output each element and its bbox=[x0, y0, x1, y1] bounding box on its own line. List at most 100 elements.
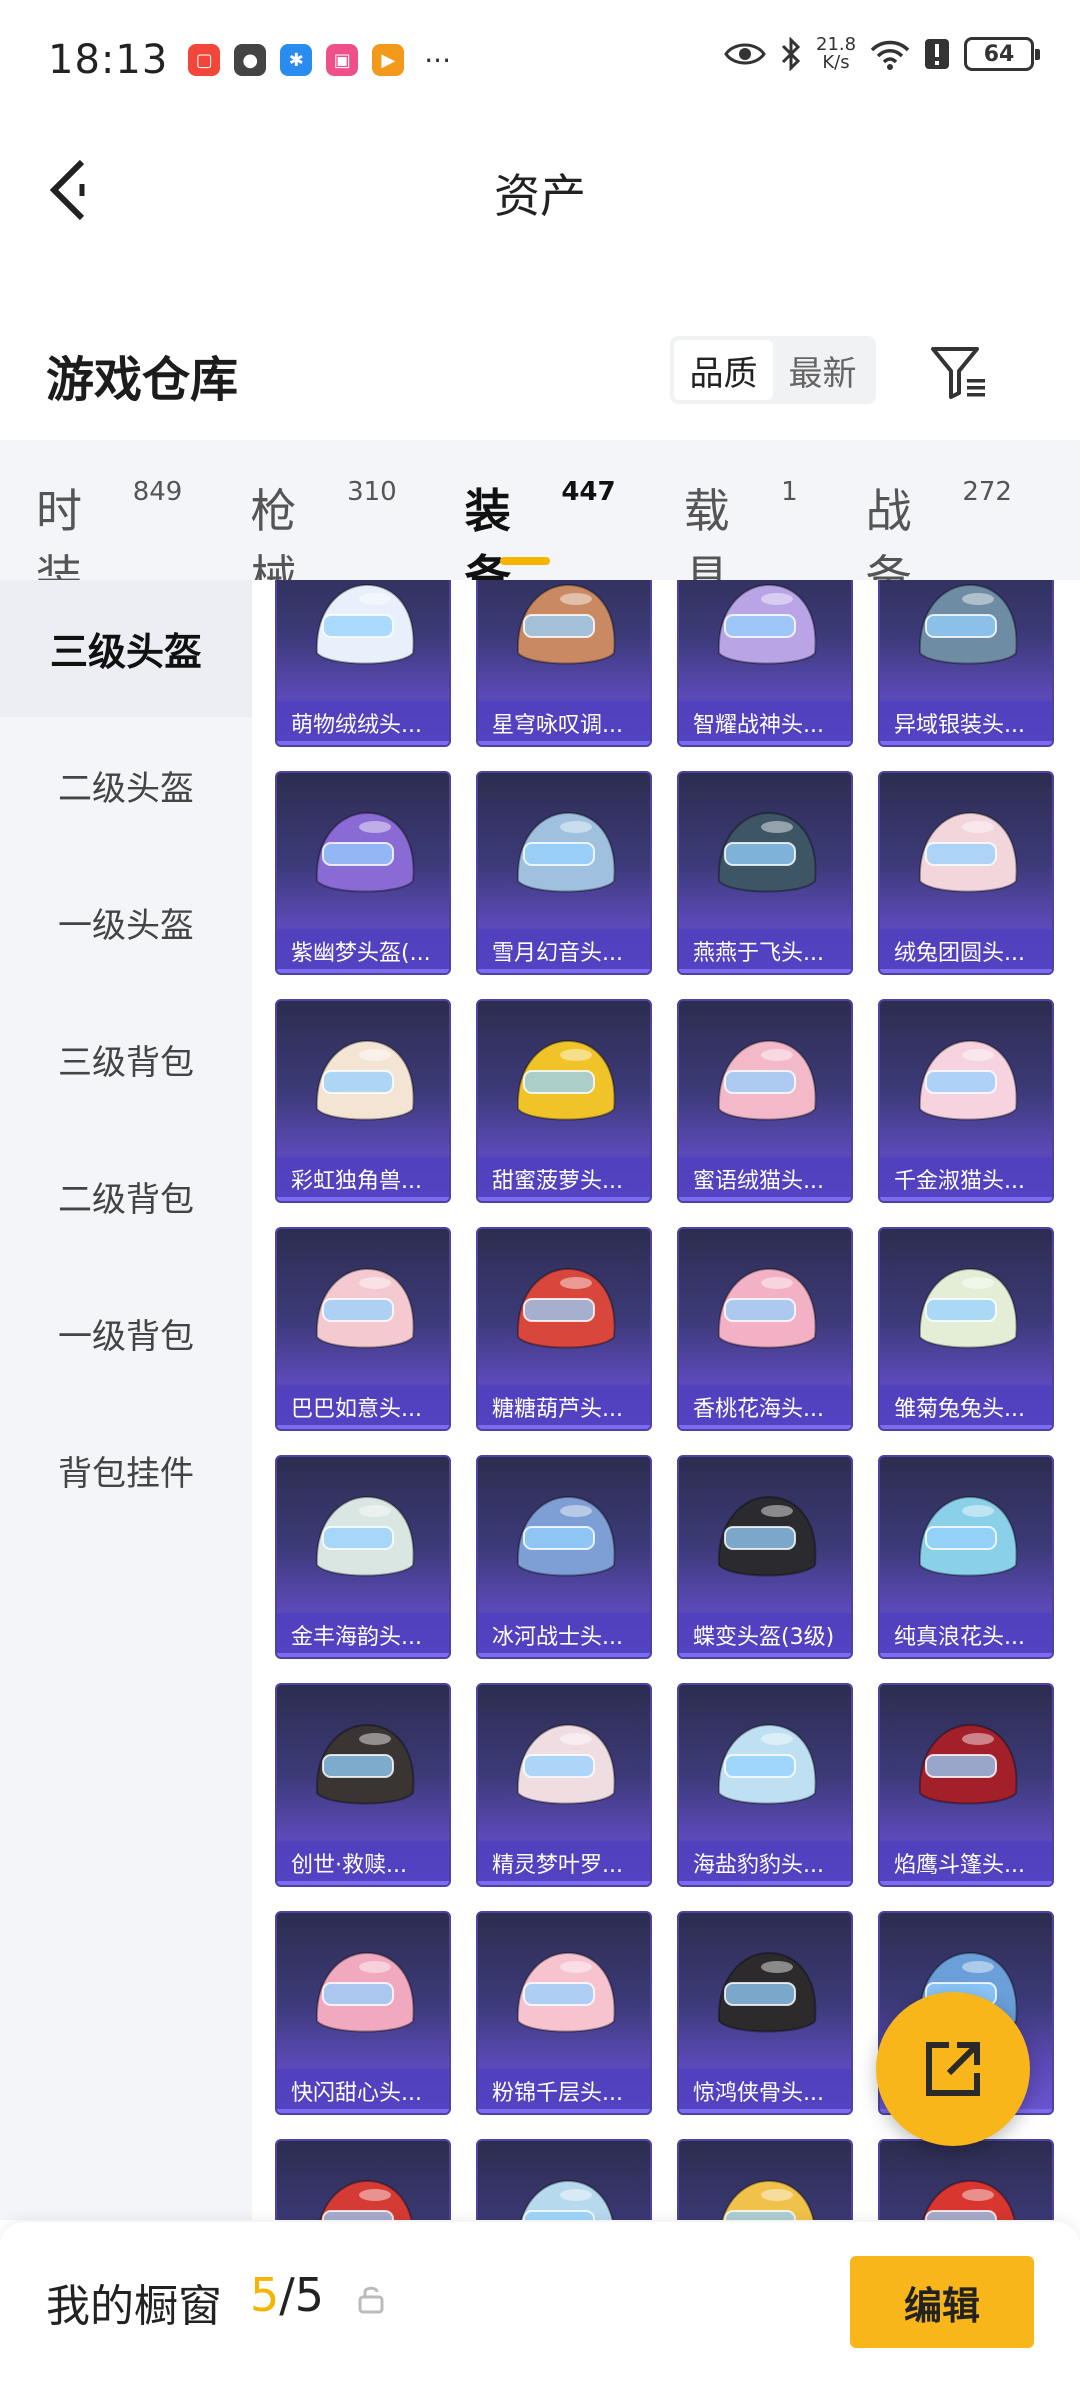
item-card-accent-line bbox=[478, 1197, 650, 1201]
item-card[interactable]: 绒兔团圆头... bbox=[878, 771, 1054, 975]
item-card[interactable]: 创世·救赎... bbox=[275, 1683, 451, 1887]
item-card[interactable] bbox=[677, 2139, 853, 2220]
item-card-label: 蝶变头盔(3级) bbox=[679, 1613, 851, 1657]
item-card[interactable] bbox=[878, 2139, 1054, 2220]
item-card-accent-line bbox=[277, 2109, 449, 2113]
item-card[interactable]: 香桃花海头... bbox=[677, 1227, 853, 1431]
item-card[interactable]: 海盐豹豹头... bbox=[677, 1683, 853, 1887]
item-card-label: 金丰海韵头... bbox=[277, 1613, 449, 1657]
item-card[interactable]: 精灵梦叶罗... bbox=[476, 1683, 652, 1887]
item-card-accent-line bbox=[277, 969, 449, 973]
item-card[interactable]: 智耀战神头... bbox=[677, 580, 853, 747]
helmet-icon bbox=[717, 1267, 817, 1349]
helmet-icon bbox=[918, 811, 1018, 893]
helmet-icon bbox=[315, 1039, 415, 1121]
item-card-accent-line bbox=[478, 741, 650, 745]
sidebar-item[interactable]: 背包挂件 bbox=[0, 1402, 252, 1539]
sidebar-item[interactable]: 二级背包 bbox=[0, 1128, 252, 1265]
category-tab[interactable]: 载具 1 bbox=[684, 475, 798, 604]
helmet-icon bbox=[319, 2179, 413, 2220]
helmet-icon bbox=[717, 1039, 817, 1121]
category-tab-count: 310 bbox=[347, 477, 397, 507]
item-card[interactable]: 焰鹰斗篷头... bbox=[878, 1683, 1054, 1887]
helmet-icon bbox=[918, 1039, 1018, 1121]
item-card[interactable]: 异域银装头... bbox=[878, 580, 1054, 747]
item-grid-area: 萌物绒绒头... 星穹咏叹调... 智耀战神头... 异域银装头... 紫幽梦头盔(..… bbox=[252, 580, 1080, 2220]
item-card-accent-line bbox=[679, 1653, 851, 1657]
media-app-icon: ▣ bbox=[326, 44, 359, 76]
item-card[interactable]: 雏菊兔兔头... bbox=[878, 1227, 1054, 1431]
item-card-accent-line bbox=[679, 741, 851, 745]
edit-button[interactable]: 编辑 bbox=[850, 2256, 1034, 2348]
item-card-label: 燕燕于飞头... bbox=[679, 929, 851, 973]
category-tab[interactable]: 枪械 310 bbox=[250, 475, 397, 604]
item-card[interactable]: 快闪甜心头... bbox=[275, 1911, 451, 2115]
item-card[interactable]: 彩虹独角兽... bbox=[275, 999, 451, 1203]
category-tab-count: 849 bbox=[132, 477, 183, 507]
category-tab[interactable]: 战备 272 bbox=[866, 475, 1012, 604]
item-card[interactable]: 巴巴如意头... bbox=[275, 1227, 451, 1431]
item-card-label: 星穹咏叹调... bbox=[478, 701, 650, 745]
filter-button[interactable] bbox=[924, 338, 994, 408]
sidebar-item[interactable]: 一级头盔 bbox=[0, 854, 252, 991]
warehouse-header: 游戏仓库 品质 最新 bbox=[0, 320, 1080, 430]
category-tab[interactable]: 时装 849 bbox=[36, 475, 183, 604]
item-card[interactable]: 纯真浪花头... bbox=[878, 1455, 1054, 1659]
category-tab[interactable]: 装备 447 bbox=[465, 475, 616, 604]
sort-by-newest-button[interactable]: 最新 bbox=[773, 340, 872, 400]
sort-by-quality-button[interactable]: 品质 bbox=[674, 340, 773, 400]
item-card-accent-line bbox=[478, 1425, 650, 1429]
sidebar-item[interactable]: 三级头盔 bbox=[0, 580, 252, 717]
item-card-label: 惊鸿侠骨头... bbox=[679, 2069, 851, 2113]
category-tabs: 时装 849 枪械 310 装备 447 载具 1 战备 272 bbox=[0, 440, 1080, 604]
item-card[interactable]: 冰河战士头... bbox=[476, 1455, 652, 1659]
active-tab-indicator bbox=[500, 557, 551, 565]
page-title: 资产 bbox=[494, 169, 586, 223]
item-card[interactable]: 惊鸿侠骨头... bbox=[677, 1911, 853, 2115]
item-card-accent-line bbox=[880, 969, 1052, 973]
helmet-icon bbox=[922, 2179, 1016, 2220]
item-card-accent-line bbox=[880, 1425, 1052, 1429]
item-card[interactable]: 雪月幻音头... bbox=[476, 771, 652, 975]
eye-icon bbox=[724, 43, 766, 65]
item-card[interactable]: 千金淑猫头... bbox=[878, 999, 1054, 1203]
item-card-label: 纯真浪花头... bbox=[880, 1613, 1052, 1657]
helmet-icon bbox=[315, 1723, 415, 1805]
helmet-icon bbox=[918, 1495, 1018, 1577]
share-external-icon bbox=[926, 2042, 980, 2096]
item-card[interactable]: 糖糖葫芦头... bbox=[476, 1227, 652, 1431]
item-card-label: 智耀战神头... bbox=[679, 701, 851, 745]
item-card[interactable] bbox=[275, 2139, 451, 2220]
item-card[interactable]: 蝶变头盔(3级) bbox=[677, 1455, 853, 1659]
unlock-icon bbox=[358, 2286, 384, 2314]
helmet-icon bbox=[315, 1495, 415, 1577]
helmet-icon bbox=[717, 583, 817, 665]
helmet-icon bbox=[918, 583, 1018, 665]
item-card[interactable]: 金丰海韵头... bbox=[275, 1455, 451, 1659]
helmet-icon bbox=[315, 1267, 415, 1349]
item-card-accent-line bbox=[679, 1881, 851, 1885]
app-header: 资产 bbox=[0, 130, 1080, 250]
item-card[interactable] bbox=[476, 2139, 652, 2220]
item-card-label: 巴巴如意头... bbox=[277, 1385, 449, 1429]
item-card[interactable]: 紫幽梦头盔(... bbox=[275, 771, 451, 975]
item-card[interactable]: 燕燕于飞头... bbox=[677, 771, 853, 975]
helmet-icon bbox=[315, 811, 415, 893]
item-card[interactable]: 蜜语绒猫头... bbox=[677, 999, 853, 1203]
share-floating-button[interactable] bbox=[876, 1992, 1030, 2146]
sidebar-item[interactable]: 三级背包 bbox=[0, 991, 252, 1128]
sidebar-item[interactable]: 一级背包 bbox=[0, 1265, 252, 1402]
item-card-accent-line bbox=[478, 1881, 650, 1885]
sidebar-item[interactable]: 二级头盔 bbox=[0, 717, 252, 854]
helmet-icon bbox=[516, 1951, 616, 2033]
item-card[interactable]: 甜蜜菠萝头... bbox=[476, 999, 652, 1203]
helmet-icon bbox=[516, 1267, 616, 1349]
item-card[interactable]: 星穹咏叹调... bbox=[476, 580, 652, 747]
item-card-label: 快闪甜心头... bbox=[277, 2069, 449, 2113]
item-card-label: 雪月幻音头... bbox=[478, 929, 650, 973]
helmet-icon bbox=[520, 2179, 614, 2220]
helmet-icon bbox=[918, 1267, 1018, 1349]
item-card[interactable]: 粉锦千层头... bbox=[476, 1911, 652, 2115]
item-card[interactable]: 萌物绒绒头... bbox=[275, 580, 451, 747]
item-card-accent-line bbox=[277, 1881, 449, 1885]
